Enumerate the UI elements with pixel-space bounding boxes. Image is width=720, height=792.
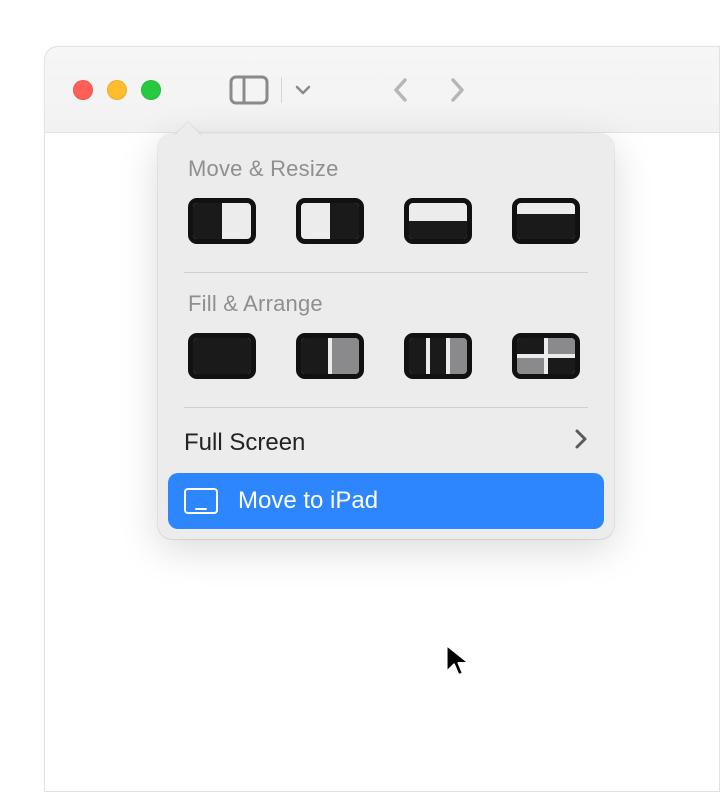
window-controls xyxy=(73,80,161,100)
section-label-fill-arrange: Fill & Arrange xyxy=(158,279,614,329)
sidebar-toggle-button[interactable] xyxy=(219,69,279,111)
arrange-left-two-button[interactable] xyxy=(404,333,472,379)
chevron-right-icon xyxy=(574,428,588,457)
chevron-left-icon xyxy=(391,75,411,105)
arrange-quarters-button[interactable] xyxy=(512,333,580,379)
menu-separator xyxy=(184,407,588,408)
window-titlebar xyxy=(45,47,719,133)
tile-right-half-button[interactable] xyxy=(296,198,364,244)
window-tiling-menu: Move & Resize Fill & Arrange xyxy=(158,134,614,539)
section-label-move-resize: Move & Resize xyxy=(158,144,614,194)
tile-bottom-half-button[interactable] xyxy=(404,198,472,244)
tile-bottom-large-button[interactable] xyxy=(512,198,580,244)
forward-button[interactable] xyxy=(447,75,467,105)
sidebar-control-group xyxy=(219,69,322,111)
chevron-down-icon xyxy=(294,81,312,99)
fill-screen-button[interactable] xyxy=(188,333,256,379)
navigation-group xyxy=(391,75,467,105)
fullscreen-window-button[interactable] xyxy=(141,80,161,100)
close-window-button[interactable] xyxy=(73,80,93,100)
arrange-left-right-button[interactable] xyxy=(296,333,364,379)
move-resize-row xyxy=(158,194,614,266)
fill-arrange-row xyxy=(158,329,614,401)
ipad-icon xyxy=(184,488,218,514)
fullscreen-menu-item[interactable]: Full Screen xyxy=(158,414,614,471)
toolbar-divider xyxy=(281,77,282,103)
chevron-right-icon xyxy=(447,75,467,105)
move-to-ipad-label: Move to iPad xyxy=(238,487,378,515)
move-to-ipad-menu-item[interactable]: Move to iPad xyxy=(168,473,604,529)
fullscreen-label: Full Screen xyxy=(184,429,305,457)
menu-separator xyxy=(184,272,588,273)
tile-left-half-button[interactable] xyxy=(188,198,256,244)
minimize-window-button[interactable] xyxy=(107,80,127,100)
back-button[interactable] xyxy=(391,75,411,105)
sidebar-dropdown-button[interactable] xyxy=(284,75,322,105)
